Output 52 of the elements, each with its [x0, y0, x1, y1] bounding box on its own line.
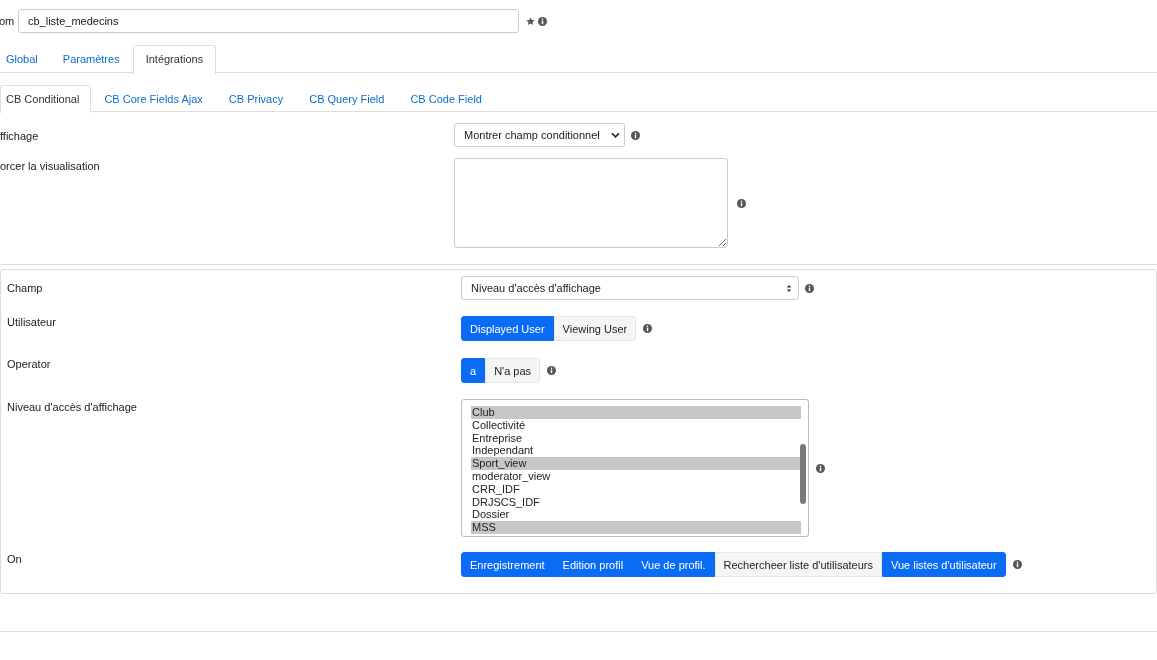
chevron-icon: [611, 132, 620, 138]
list-option[interactable]: DRJSCS_IDF: [471, 495, 801, 509]
tab[interactable]: Global: [0, 45, 50, 72]
info-icon: [805, 283, 814, 293]
list-box[interactable]: Club Collectivité Entreprise Independant Sport_view moderator_view CRR_IDF DRJSCS_IDF Dossier MSS: [461, 399, 809, 537]
dropdown[interactable]: Niveau d'accès d'affichage: [461, 276, 799, 300]
info-icon: [816, 463, 825, 473]
info-icon: [1012, 560, 1022, 569]
toggle-button[interactable]: Vue listes d'utilisateur: [882, 552, 1006, 577]
list-option[interactable]: Club: [471, 406, 801, 419]
tab[interactable]: CB Code Field: [397, 85, 495, 111]
star-icon: [526, 16, 535, 26]
field-label: om: [0, 15, 16, 27]
field-label: Niveau d'accès d'affichage: [7, 400, 138, 413]
info-icon: [547, 366, 557, 375]
name-field[interactable]: cb_liste_medecins: [18, 9, 519, 33]
list-option[interactable]: MSS: [471, 521, 801, 534]
list-option[interactable]: Entreprise: [471, 431, 801, 445]
list-option[interactable]: Dossier: [471, 508, 801, 522]
field-label: Operator: [7, 358, 52, 370]
info-icon: [631, 130, 640, 140]
tab[interactable]: CB Query Field: [296, 85, 398, 111]
field-label: ffichage: [0, 129, 40, 142]
list-option[interactable]: CRR_IDF: [471, 482, 801, 496]
tab[interactable]: CB Core Fields Ajax: [91, 85, 216, 111]
dropdown[interactable]: Montrer champ conditionnel: [454, 123, 625, 147]
field-label: orcer la visualisation: [0, 159, 101, 172]
tab[interactable]: CB Privacy: [215, 85, 297, 111]
field-label: On: [7, 552, 23, 565]
info-icon: [737, 198, 746, 208]
scrollbar-thumb[interactable]: [800, 444, 806, 504]
toggle-button[interactable]: Displayed User: [461, 316, 554, 341]
toggle-button[interactable]: a: [461, 358, 486, 383]
toggle-button[interactable]: Vue de profil.: [632, 552, 715, 577]
info-icon: [538, 16, 547, 26]
list-option[interactable]: Collectivité: [471, 418, 801, 432]
list-option[interactable]: Independant: [471, 444, 801, 458]
toggle-button[interactable]: Viewing User: [553, 316, 637, 341]
tab[interactable]: CB Conditional: [0, 85, 92, 113]
list-option[interactable]: moderator_view: [471, 470, 801, 483]
info-icon: [643, 324, 653, 333]
sort-arrows-icon: [786, 284, 792, 293]
tab[interactable]: Intégrations: [132, 45, 217, 74]
field-label: Utilisateur: [7, 316, 57, 328]
toggle-button[interactable]: Rechercheer liste d'utilisateurs: [714, 552, 882, 577]
list-option[interactable]: Sport_view: [471, 457, 801, 470]
toggle-button[interactable]: N'a pas: [485, 358, 541, 383]
text-area[interactable]: [454, 158, 728, 248]
field-label: Champ: [7, 281, 44, 294]
toggle-button[interactable]: Enregistrement: [461, 552, 554, 577]
tab[interactable]: Paramètres: [49, 45, 133, 72]
toggle-button[interactable]: Edition profil: [553, 552, 633, 577]
